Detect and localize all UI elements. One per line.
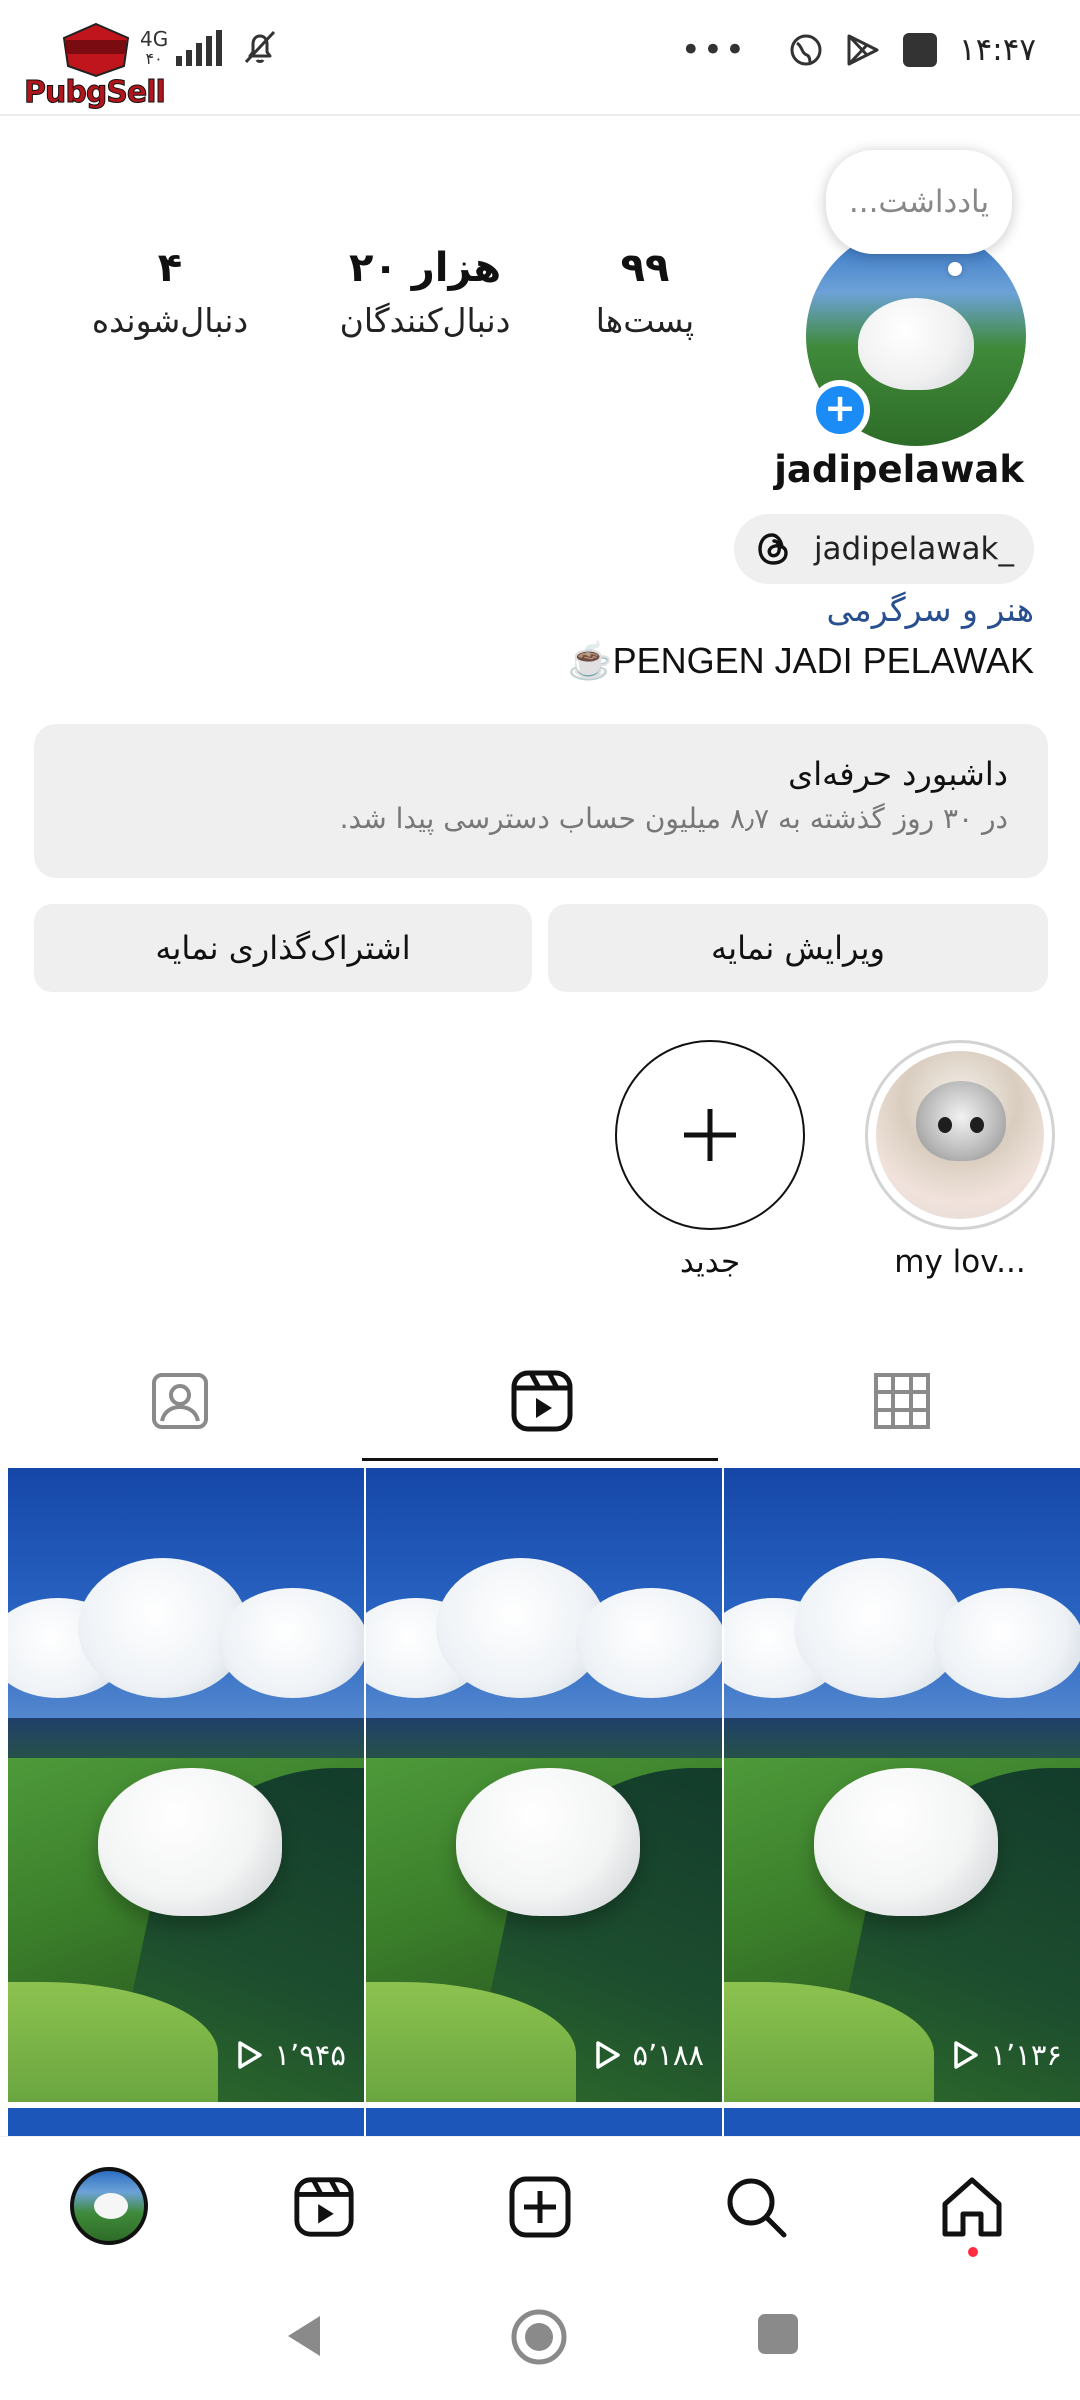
- tab-tagged[interactable]: [0, 1340, 360, 1462]
- threads-icon: [758, 533, 788, 565]
- reel-thumbnail-partial[interactable]: [366, 2108, 722, 2136]
- play-store-icon: [847, 34, 879, 66]
- followers-label: دنبال‌کنندگان: [339, 301, 511, 340]
- note-bubble[interactable]: یادداشت...: [826, 150, 1012, 254]
- reel-thumbnail-partial[interactable]: [724, 2108, 1080, 2136]
- create-plus-icon: [509, 2176, 571, 2238]
- note-bubble-tail: [948, 262, 962, 276]
- threads-badge[interactable]: jadipelawak_: [734, 514, 1034, 584]
- battery-icon: [902, 33, 937, 67]
- highlight-label: my lov...: [894, 1244, 1026, 1280]
- search-icon: [727, 2178, 787, 2238]
- view-count-text: ۱٬۱۳۶: [990, 2038, 1062, 2072]
- professional-dashboard[interactable]: داشبورد حرفه‌ای در ۳۰ روز گذشته به ۸٫۷ م…: [34, 724, 1048, 878]
- add-story-button[interactable]: +: [810, 380, 870, 440]
- signal-icon: [176, 30, 223, 66]
- play-icon: [954, 2041, 979, 2069]
- following-label: دنبال‌شونده: [91, 301, 249, 340]
- bottom-navigation: [0, 2136, 1080, 2272]
- watermark-badge-icon: [62, 22, 130, 78]
- highlight-cover: [865, 1040, 1055, 1230]
- posts-label: پست‌ها: [595, 301, 695, 340]
- reel-thumbnail[interactable]: ۱٬۹۴۵: [8, 1468, 364, 2102]
- nav-reels[interactable]: [286, 2169, 362, 2245]
- system-navigation-bar: [0, 2272, 1080, 2400]
- plus-icon: [615, 1040, 805, 1230]
- nav-home[interactable]: [934, 2169, 1010, 2245]
- reel-view-count: ۱٬۱۳۶: [724, 2038, 1080, 2072]
- profile-bio: ☕PENGEN JADI PELAWAK: [568, 640, 1034, 682]
- reel-thumbnail[interactable]: ۵٬۱۸۸: [366, 1468, 722, 2102]
- profile-category[interactable]: هنر و سرگرمی: [827, 590, 1034, 629]
- posts-count: ۹۹: [620, 245, 670, 291]
- nav-create[interactable]: [502, 2169, 578, 2245]
- edit-profile-button[interactable]: ویرایش نمایه: [548, 904, 1048, 992]
- dashboard-title: داشبورد حرفه‌ای: [788, 755, 1008, 793]
- following-count: ۴: [157, 245, 183, 291]
- reel-view-count: ۵٬۱۸۸: [366, 2038, 722, 2072]
- view-count-text: ۱٬۹۴۵: [274, 2038, 346, 2072]
- share-profile-button[interactable]: اشتراک‌گذاری نمایه: [34, 904, 532, 992]
- play-icon: [238, 2041, 263, 2069]
- highlight-my-love[interactable]: my lov...: [862, 1040, 1058, 1280]
- active-tab-indicator: [362, 1458, 718, 1461]
- silent-bell-icon: [245, 30, 276, 64]
- tab-reels[interactable]: [362, 1340, 722, 1462]
- status-time: ۱۴:۴۷: [958, 32, 1036, 68]
- reels-icon: [511, 1370, 573, 1432]
- recents-square-icon[interactable]: [756, 2312, 800, 2356]
- stat-following[interactable]: ۴ دنبال‌شونده: [60, 240, 280, 346]
- home-icon: [942, 2177, 1002, 2237]
- view-count-text: ۵٬۱۸۸: [632, 2038, 704, 2072]
- stat-followers[interactable]: ۲۰ هزار دنبال‌کنندگان: [305, 240, 545, 346]
- home-notification-dot: [968, 2247, 978, 2257]
- bio-text: PENGEN JADI PELAWAK: [612, 640, 1034, 681]
- network-type: 4G: [140, 27, 169, 51]
- nav-search[interactable]: [718, 2169, 794, 2245]
- dashboard-subtitle: در ۳۰ روز گذشته به ۸٫۷ میلیون حساب دسترس…: [339, 802, 1008, 835]
- reel-thumbnail[interactable]: ۱٬۱۳۶: [724, 1468, 1080, 2102]
- reel-thumbnail-partial[interactable]: [8, 2108, 364, 2136]
- home-circle-icon[interactable]: [510, 2308, 568, 2366]
- new-highlight-label: جدید: [679, 1244, 741, 1280]
- status-bar: PubgSell 4G ۴۰ ••• ۱۴:۴۷: [0, 0, 1080, 116]
- profile-username: jadipelawak: [774, 448, 1024, 491]
- network-sub: ۴۰: [145, 49, 163, 68]
- profile-stats: ۹۹ پست‌ها ۲۰ هزار دنبال‌کنندگان ۴ دنبال‌…: [60, 240, 720, 360]
- vpn-globe-icon: [790, 34, 822, 66]
- back-icon[interactable]: [282, 2312, 326, 2360]
- status-overflow-dots: •••: [680, 30, 747, 70]
- nav-profile-avatar[interactable]: [70, 2167, 148, 2245]
- new-highlight-button[interactable]: جدید: [612, 1040, 808, 1280]
- reel-view-count: ۱٬۹۴۵: [8, 2038, 364, 2072]
- reels-icon: [294, 2177, 354, 2237]
- followers-count: ۲۰ هزار: [348, 245, 502, 291]
- play-icon: [596, 2041, 621, 2069]
- bio-emoji: ☕: [567, 640, 613, 681]
- content-tabs: [0, 1340, 1080, 1462]
- watermark-text: PubgSell: [24, 75, 167, 111]
- tab-grid[interactable]: [722, 1340, 1080, 1462]
- tagged-person-icon: [152, 1373, 208, 1429]
- stat-posts[interactable]: ۹۹ پست‌ها: [570, 240, 720, 346]
- grid-icon: [874, 1373, 930, 1429]
- threads-handle: jadipelawak_: [813, 531, 1014, 567]
